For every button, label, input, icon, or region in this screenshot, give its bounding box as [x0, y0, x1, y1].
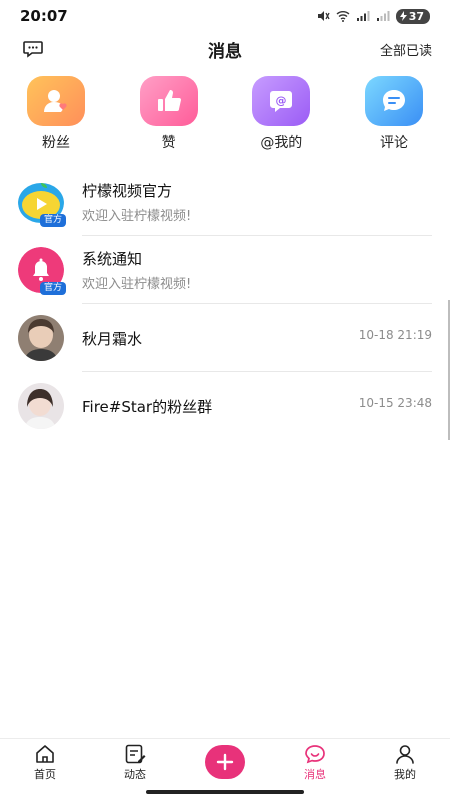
nav-label: 首页	[34, 767, 56, 781]
avatar: 官方	[18, 179, 66, 227]
quick-action-label: @我的	[260, 135, 303, 151]
avatar: 官方	[18, 247, 66, 295]
message-list: 官方 柠檬视频官方 欢迎入驻柠檬视频! 官方 系统通知 欢迎入驻柠檬视频! 秋月…	[0, 168, 450, 440]
quick-action-comments[interactable]: 评论	[362, 76, 426, 156]
quick-action-label: 赞	[161, 135, 176, 151]
plus-icon	[205, 745, 245, 779]
message-preview: 欢迎入驻柠檬视频!	[82, 277, 192, 292]
list-item[interactable]: 官方 柠檬视频官方 欢迎入驻柠檬视频!	[0, 168, 450, 236]
comment-icon	[364, 76, 423, 126]
message-text: 系统通知 欢迎入驻柠檬视频!	[82, 248, 450, 292]
home-icon	[36, 744, 54, 763]
user-photo-icon	[18, 315, 64, 361]
nav-item-home[interactable]: 首页	[15, 743, 75, 782]
battery-icon: 37	[395, 8, 430, 24]
signal-icon-2	[376, 11, 390, 21]
nav-item-feed[interactable]: 动态	[105, 743, 165, 782]
list-item[interactable]: 官方 系统通知 欢迎入驻柠檬视频!	[0, 236, 450, 304]
nav-item-create[interactable]	[195, 745, 255, 779]
thumbs-up-icon	[139, 76, 198, 126]
nav-label: 消息	[304, 767, 326, 781]
fans-icon	[27, 76, 85, 126]
quick-action-label: 粉丝	[42, 135, 70, 151]
message-title: 系统通知	[82, 250, 143, 268]
status-time: 20:07	[20, 7, 68, 25]
quick-action-mentions[interactable]: @ @我的	[249, 76, 313, 156]
bottom-nav: 首页 动态 消息 我的	[0, 738, 450, 785]
quick-actions: 粉丝 赞 @ @我的 评论	[0, 76, 450, 156]
status-bar: 20:07 37	[0, 0, 450, 32]
quick-action-fans[interactable]: 粉丝	[24, 76, 88, 156]
svg-text:@: @	[276, 94, 287, 107]
mute-icon	[317, 11, 330, 21]
message-preview: 欢迎入驻柠檬视频!	[82, 209, 192, 224]
home-indicator[interactable]	[146, 790, 304, 794]
edit-note-icon	[125, 744, 146, 763]
quick-action-likes[interactable]: 赞	[137, 76, 201, 156]
message-time: 10-15 23:48	[358, 396, 432, 410]
list-item[interactable]: 秋月霜水 10-18 21:19	[0, 304, 450, 372]
mark-all-read-button[interactable]: 全部已读	[380, 40, 432, 59]
message-time: 10-18 21:19	[358, 328, 432, 342]
signal-icon	[356, 11, 370, 21]
charging-bolt-icon	[399, 11, 407, 21]
nav-label: 动态	[124, 767, 146, 781]
avatar	[18, 315, 64, 361]
message-bubble-icon[interactable]	[22, 39, 44, 59]
message-text: 柠檬视频官方 欢迎入驻柠檬视频!	[82, 180, 450, 224]
official-badge: 官方	[39, 282, 66, 295]
nav-label: 我的	[394, 767, 416, 781]
list-item[interactable]: Fire#Star的粉丝群 10-15 23:48	[0, 372, 450, 440]
message-title: 柠檬视频官方	[82, 182, 173, 200]
person-icon	[396, 744, 414, 764]
status-icons: 37	[316, 8, 430, 24]
nav-item-messages[interactable]: 消息	[285, 743, 345, 782]
nav-item-profile[interactable]: 我的	[375, 743, 435, 782]
quick-action-label: 评论	[379, 135, 408, 151]
messages-page: 20:07 37 消息 全部已读 粉丝 赞 @ @我的 评论 官方 柠檬视频官方…	[0, 0, 450, 800]
wifi-icon	[336, 11, 350, 22]
avatar	[18, 383, 64, 429]
official-badge: 官方	[39, 214, 66, 227]
chat-icon	[305, 744, 325, 763]
header: 消息 全部已读	[0, 32, 450, 66]
at-icon: @	[252, 76, 311, 126]
group-photo-icon	[18, 383, 64, 429]
battery-level: 37	[408, 9, 424, 23]
